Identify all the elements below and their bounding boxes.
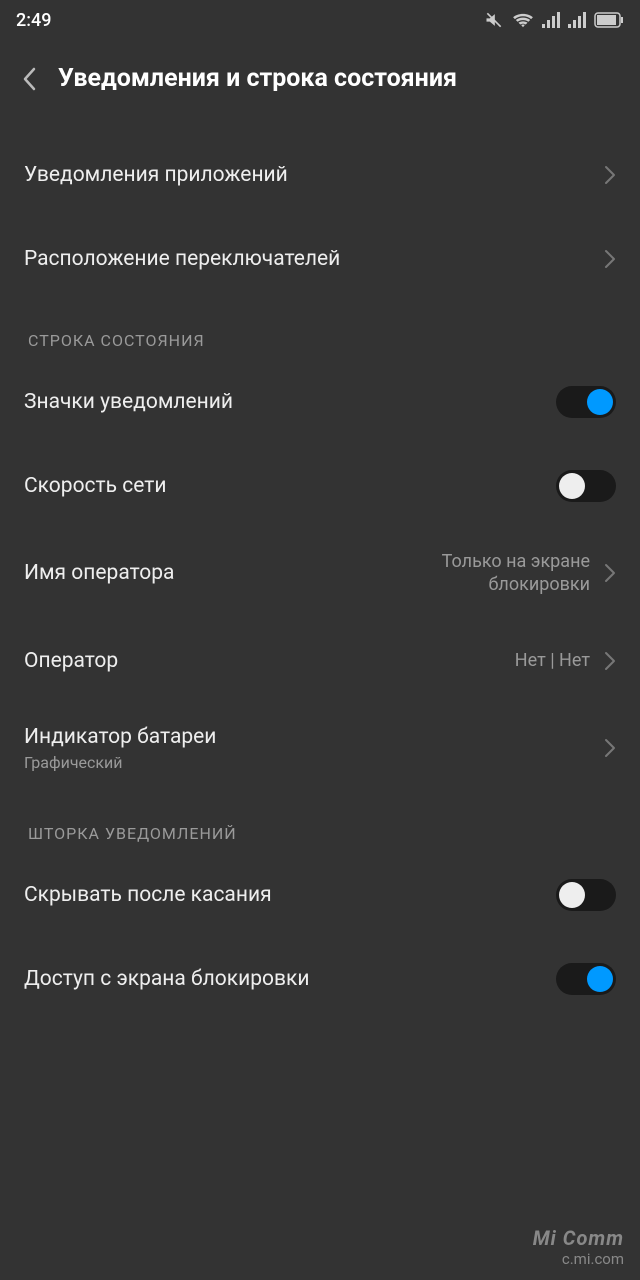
- row-label: Индикатор батареи: [24, 725, 216, 749]
- row-operator[interactable]: Оператор Нет | Нет: [0, 619, 640, 703]
- chevron-right-icon: [604, 563, 616, 583]
- row-notification-icons[interactable]: Значки уведомлений: [0, 360, 640, 444]
- toggle-network-speed[interactable]: [556, 470, 616, 502]
- back-button[interactable]: [20, 65, 38, 93]
- signal-icon-2: [568, 12, 586, 28]
- row-label: Расположение переключателей: [24, 247, 340, 271]
- chevron-right-icon: [604, 165, 616, 185]
- watermark-line2: c.mi.com: [533, 1250, 624, 1268]
- battery-icon: [594, 12, 624, 28]
- row-hide-after-tap[interactable]: Скрывать после касания: [0, 853, 640, 937]
- chevron-right-icon: [604, 249, 616, 269]
- row-battery-indicator[interactable]: Индикатор батареи Графический: [0, 703, 640, 794]
- row-network-speed[interactable]: Скорость сети: [0, 444, 640, 528]
- row-app-notifications[interactable]: Уведомления приложений: [0, 133, 640, 217]
- page-header: Уведомления и строка состояния: [0, 40, 640, 113]
- row-carrier-name[interactable]: Имя оператора Только на экране блокировк…: [0, 528, 640, 619]
- chevron-right-icon: [604, 738, 616, 758]
- settings-list: Уведомления приложений Расположение пере…: [0, 113, 640, 1021]
- signal-icon-1: [542, 12, 560, 28]
- section-header-statusbar: СТРОКА СОСТОЯНИЯ: [0, 301, 640, 360]
- watermark-line1: Mi Comm: [533, 1226, 624, 1250]
- status-time: 2:49: [16, 10, 51, 31]
- row-toggle-positions[interactable]: Расположение переключателей: [0, 217, 640, 301]
- mute-icon: [484, 10, 504, 30]
- row-value: Нет | Нет: [515, 649, 590, 672]
- row-label: Скорость сети: [24, 474, 167, 498]
- row-value: Только на экране блокировки: [370, 550, 590, 597]
- toggle-hide-after-tap[interactable]: [556, 879, 616, 911]
- row-label: Оператор: [24, 649, 118, 673]
- row-label: Доступ с экрана блокировки: [24, 967, 310, 991]
- row-label: Скрывать после касания: [24, 883, 272, 907]
- section-header-shade: ШТОРКА УВЕДОМЛЕНИЙ: [0, 794, 640, 853]
- status-icons: [484, 10, 624, 30]
- row-label: Значки уведомлений: [24, 390, 233, 414]
- chevron-right-icon: [604, 651, 616, 671]
- toggle-lockscreen-access[interactable]: [556, 963, 616, 995]
- wifi-icon: [512, 11, 534, 29]
- toggle-notification-icons[interactable]: [556, 386, 616, 418]
- row-lockscreen-access[interactable]: Доступ с экрана блокировки: [0, 937, 640, 1021]
- page-title: Уведомления и строка состояния: [58, 64, 457, 93]
- status-bar: 2:49: [0, 0, 640, 40]
- row-sub: Графический: [24, 753, 216, 772]
- watermark: Mi Comm c.mi.com: [533, 1226, 624, 1268]
- row-label: Имя оператора: [24, 561, 174, 585]
- row-label: Уведомления приложений: [24, 163, 288, 187]
